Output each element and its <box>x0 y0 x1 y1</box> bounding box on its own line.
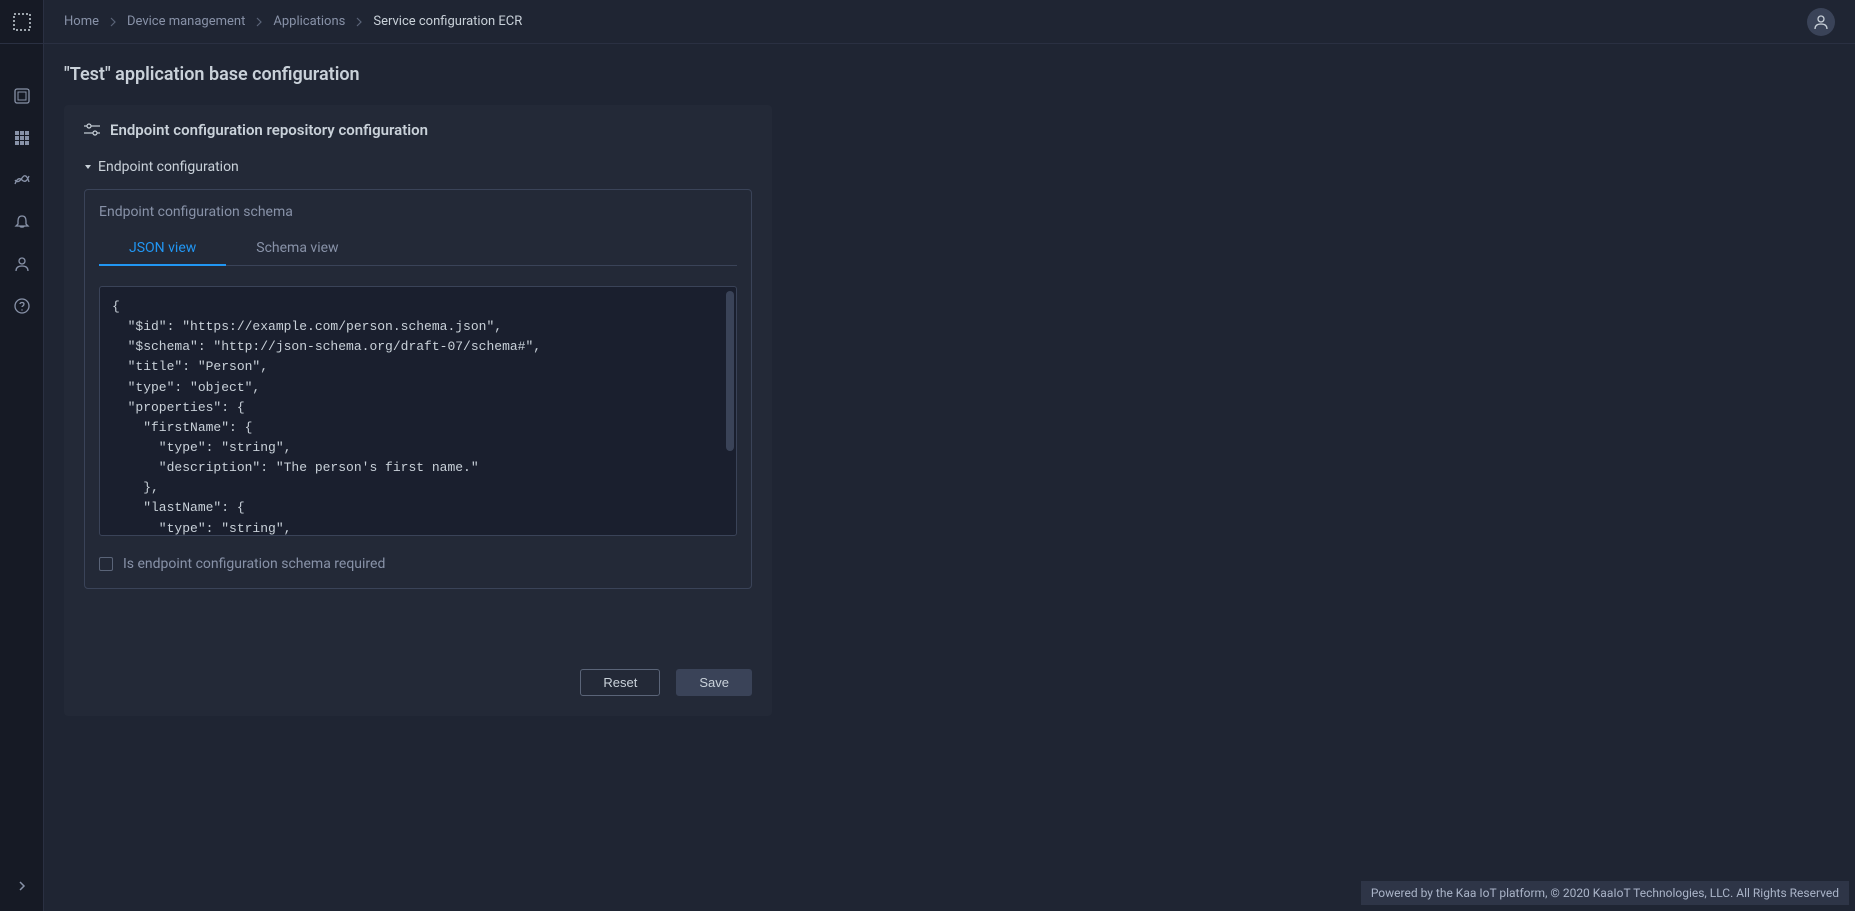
sidebar-item-help[interactable] <box>0 294 43 318</box>
header: Home Device management Applications Serv… <box>44 0 1855 44</box>
caret-down-icon <box>84 163 92 171</box>
scrollbar[interactable] <box>726 291 734 451</box>
sidebar-item-dashboard[interactable] <box>0 84 43 108</box>
logo[interactable] <box>0 0 43 44</box>
chevron-right-icon <box>255 17 263 27</box>
page-title: "Test" application base configuration <box>64 64 1835 85</box>
checkbox-label: Is endpoint configuration schema require… <box>123 556 385 572</box>
sidebar-nav <box>0 44 43 318</box>
card-title: Endpoint configuration repository config… <box>84 121 752 139</box>
schema-label: Endpoint configuration schema <box>99 204 737 220</box>
save-button[interactable]: Save <box>676 669 752 696</box>
button-row: Reset Save <box>84 669 752 696</box>
tabs: JSON view Schema view <box>99 232 737 266</box>
sidebar-item-apps[interactable] <box>0 126 43 150</box>
chevron-right-icon <box>355 17 363 27</box>
sidebar-item-notifications[interactable] <box>0 210 43 234</box>
breadcrumb-device-management[interactable]: Device management <box>127 14 245 29</box>
breadcrumb-home[interactable]: Home <box>64 14 99 29</box>
reset-button[interactable]: Reset <box>580 669 660 696</box>
code-editor[interactable]: { "$id": "https://example.com/person.sch… <box>99 286 737 536</box>
card-title-text: Endpoint configuration repository config… <box>110 121 428 139</box>
section-toggle[interactable]: Endpoint configuration <box>84 159 752 175</box>
checkbox-row: Is endpoint configuration schema require… <box>99 556 737 572</box>
schema-panel: Endpoint configuration schema JSON view … <box>84 189 752 589</box>
code-content: { "$id": "https://example.com/person.sch… <box>112 299 541 536</box>
content: "Test" application base configuration En… <box>44 44 1855 911</box>
tab-schema-view[interactable]: Schema view <box>226 232 368 266</box>
breadcrumb-current: Service configuration ECR <box>373 14 522 29</box>
footer: Powered by the Kaa IoT platform, © 2020 … <box>1361 881 1849 905</box>
main: Home Device management Applications Serv… <box>44 0 1855 911</box>
user-menu[interactable] <box>1807 8 1835 36</box>
sidebar <box>0 0 44 911</box>
chevron-right-icon <box>109 17 117 27</box>
schema-required-checkbox[interactable] <box>99 557 113 571</box>
sliders-icon <box>84 123 100 137</box>
breadcrumb-applications[interactable]: Applications <box>273 14 345 29</box>
sidebar-expand-toggle[interactable] <box>0 871 43 901</box>
tab-json-view[interactable]: JSON view <box>99 232 226 266</box>
sidebar-item-analytics[interactable] <box>0 168 43 192</box>
sidebar-item-user[interactable] <box>0 252 43 276</box>
section-title-text: Endpoint configuration <box>98 159 239 175</box>
config-card: Endpoint configuration repository config… <box>64 105 772 716</box>
breadcrumbs: Home Device management Applications Serv… <box>64 14 522 29</box>
